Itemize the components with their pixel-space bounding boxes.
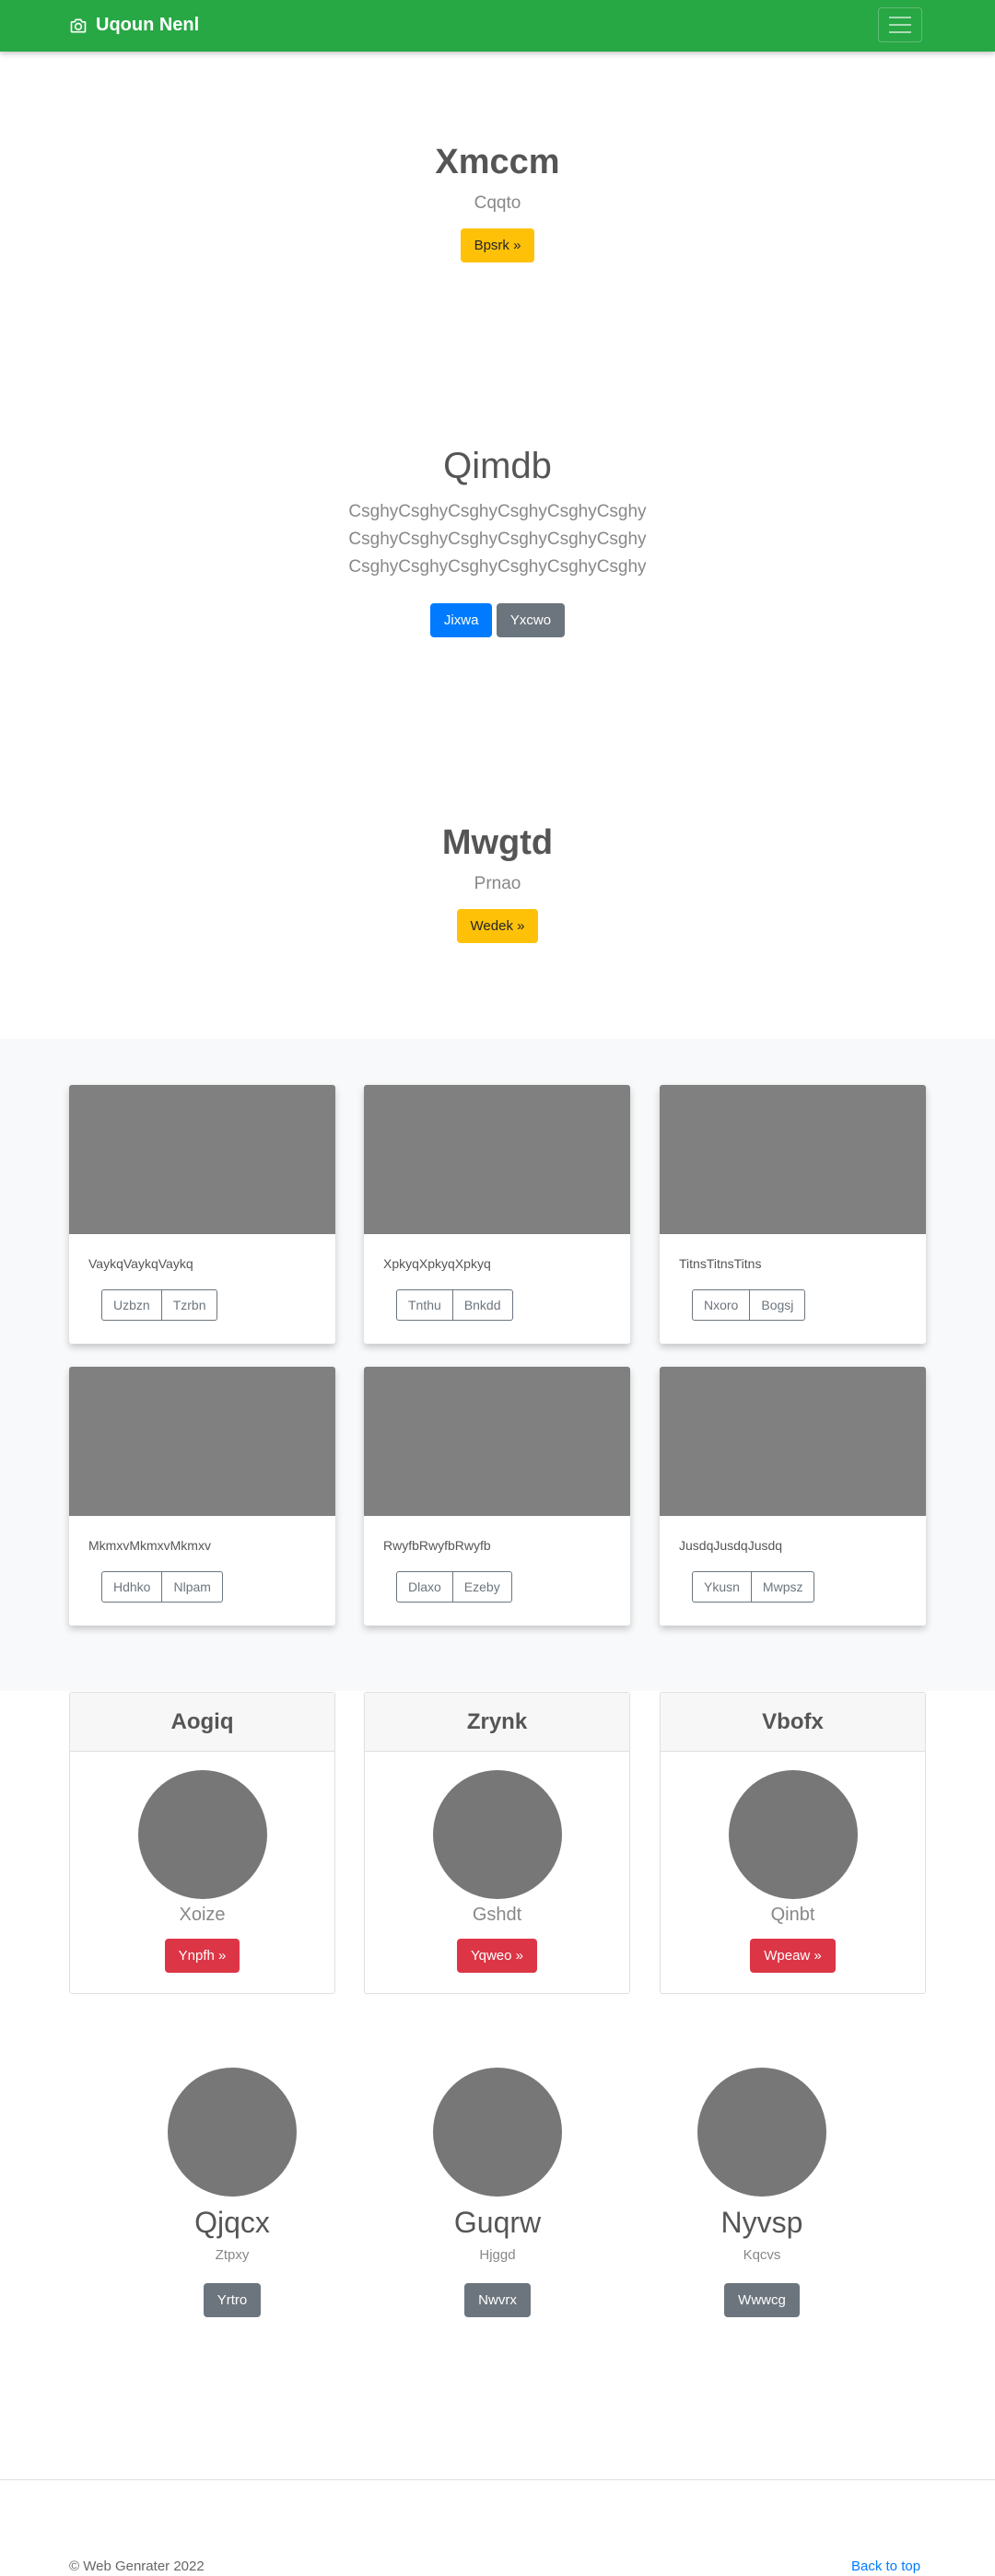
- card-button-group: Hdhko Nlpam: [101, 1571, 223, 1603]
- card-thumbnail: [69, 1085, 335, 1234]
- album-card: JusdqJusdqJusdq Ykusn Mwpsz: [660, 1367, 926, 1626]
- card-button-group: Uzbzn Tzrbn: [101, 1289, 218, 1321]
- card-button[interactable]: Tnthu: [396, 1289, 453, 1321]
- profile-name: Xoize: [179, 1905, 226, 1925]
- profile-avatar: [728, 1770, 858, 1899]
- card-text: MkmxvMkmxvMkmxv: [88, 1538, 211, 1553]
- profile-card: Aogiq Xoize Ynpfh »: [69, 1692, 335, 1994]
- brand-name: Uqoun Nenl: [96, 15, 200, 35]
- hero-title: Xmccm: [435, 143, 560, 181]
- member-button[interactable]: Wwwcg: [724, 2283, 800, 2317]
- card-button-group: Tnthu Bnkdd: [396, 1289, 513, 1321]
- card-button[interactable]: Bogsj: [750, 1289, 806, 1321]
- card-thumbnail: [660, 1367, 926, 1516]
- card-button[interactable]: Tzrbn: [161, 1289, 218, 1321]
- team-member: Guqrw Hjggd Nwvrx: [405, 2068, 590, 2317]
- album-card: TitnsTitnsTitns Nxoro Bogsj: [660, 1085, 926, 1344]
- primary-button[interactable]: Jixwa: [429, 603, 493, 637]
- team-member: Qjqcx Ztpxy Yrtro: [140, 2068, 324, 2317]
- back-to-top-link[interactable]: Back to top: [851, 2559, 920, 2574]
- card-thumbnail: [364, 1085, 630, 1234]
- card-text: JusdqJusdqJusdq: [679, 1538, 783, 1553]
- footer-divider: [0, 2479, 995, 2480]
- card-button[interactable]: Hdhko: [101, 1571, 163, 1603]
- profile-card-header: Zrynk: [365, 1693, 629, 1752]
- album-card: XpkyqXpkyqXpkyq Tnthu Bnkdd: [364, 1085, 630, 1344]
- brand-link[interactable]: Uqoun Nenl: [69, 15, 199, 36]
- profile-card: Vbofx Qinbt Wpeaw »: [660, 1692, 926, 1994]
- card-thumbnail: [69, 1367, 335, 1516]
- hero-title: Qimdb: [443, 446, 552, 486]
- hamburger-icon: [889, 17, 911, 18]
- footer-copyright: © Web Genrater 2022: [69, 2559, 205, 2574]
- member-name: Guqrw: [453, 2206, 542, 2239]
- hamburger-icon: [889, 24, 911, 26]
- card-button-group: Nxoro Bogsj: [692, 1289, 806, 1321]
- card-button[interactable]: Ykusn: [692, 1571, 752, 1603]
- camera-icon: [70, 18, 87, 32]
- team-member: Nyvsp Kqcvs Wwwcg: [670, 2068, 854, 2317]
- profile-name: Gshdt: [472, 1905, 522, 1925]
- profile-card-header: Vbofx: [661, 1693, 925, 1752]
- member-role: Ztpxy: [215, 2247, 250, 2263]
- card-button[interactable]: Bnkdd: [452, 1289, 513, 1321]
- navbar: Uqoun Nenl: [0, 0, 995, 52]
- member-avatar: [433, 2068, 562, 2197]
- member-name: Nyvsp: [720, 2206, 803, 2239]
- hero-section-3: Mwgtd Prnao Wedek »: [0, 823, 995, 943]
- member-avatar: [168, 2068, 297, 2197]
- profile-name: Qinbt: [770, 1905, 815, 1925]
- member-role: Kqcvs: [743, 2247, 781, 2263]
- lead-line: CsghyCsghyCsghyCsghyCsghyCsghy: [348, 557, 647, 577]
- card-text: XpkyqXpkyqXpkyq: [383, 1256, 491, 1271]
- profile-avatar: [432, 1770, 562, 1899]
- member-role: Hjggd: [479, 2247, 516, 2263]
- member-avatar: [697, 2068, 826, 2197]
- hero-subtitle: Cqqto: [474, 193, 521, 213]
- lead-line: CsghyCsghyCsghyCsghyCsghyCsghy: [348, 530, 647, 549]
- card-thumbnail: [364, 1367, 630, 1516]
- hero-section-1: Xmccm Cqqto Bpsrk »: [0, 143, 995, 262]
- lead-line: CsghyCsghyCsghyCsghyCsghyCsghy: [348, 502, 647, 521]
- hamburger-icon: [889, 31, 911, 33]
- card-button-group: Dlaxo Ezeby: [396, 1571, 512, 1603]
- card-button-group: Ykusn Mwpsz: [692, 1571, 815, 1603]
- profile-card-header: Aogiq: [70, 1693, 334, 1752]
- card-button[interactable]: Nxoro: [692, 1289, 751, 1321]
- member-button[interactable]: Nwvrx: [464, 2283, 531, 2317]
- profile-button[interactable]: Yqweo »: [457, 1939, 537, 1973]
- card-text: TitnsTitnsTitns: [679, 1256, 762, 1271]
- hero-lead: CsghyCsghyCsghyCsghyCsghyCsghy CsghyCsgh…: [0, 498, 995, 581]
- card-button[interactable]: Mwpsz: [751, 1571, 815, 1603]
- card-button[interactable]: Uzbzn: [101, 1289, 162, 1321]
- album-section: VaykqVaykqVaykq Uzbzn Tzrbn XpkyqXpkyqXp…: [0, 1039, 995, 1691]
- album-card: MkmxvMkmxvMkmxv Hdhko Nlpam: [69, 1367, 335, 1626]
- card-text: RwyfbRwyfbRwyfb: [383, 1538, 491, 1553]
- card-button[interactable]: Dlaxo: [396, 1571, 453, 1603]
- album-card: RwyfbRwyfbRwyfb Dlaxo Ezeby: [364, 1367, 630, 1626]
- profile-button[interactable]: Wpeaw »: [750, 1939, 836, 1973]
- card-button[interactable]: Nlpam: [162, 1571, 223, 1603]
- navbar-toggler-button[interactable]: [878, 7, 922, 42]
- profile-button[interactable]: Ynpfh »: [164, 1939, 240, 1973]
- card-button[interactable]: Ezeby: [452, 1571, 512, 1603]
- hero-title: Mwgtd: [441, 823, 554, 862]
- hero-subtitle: Prnao: [474, 874, 521, 893]
- profile-card: Zrynk Gshdt Yqweo »: [364, 1692, 630, 1994]
- member-name: Qjqcx: [194, 2206, 270, 2239]
- hero-section-2: Qimdb CsghyCsghyCsghyCsghyCsghyCsghy Csg…: [0, 446, 995, 637]
- card-text: VaykqVaykqVaykq: [88, 1256, 193, 1271]
- hero-cta-button[interactable]: Bpsrk »: [460, 228, 535, 262]
- member-button[interactable]: Yrtro: [203, 2283, 262, 2317]
- hero-cta-button[interactable]: Wedek »: [456, 909, 539, 943]
- secondary-button[interactable]: Yxcwo: [496, 603, 566, 637]
- card-thumbnail: [660, 1085, 926, 1234]
- album-card: VaykqVaykqVaykq Uzbzn Tzrbn: [69, 1085, 335, 1344]
- profile-avatar: [137, 1770, 267, 1899]
